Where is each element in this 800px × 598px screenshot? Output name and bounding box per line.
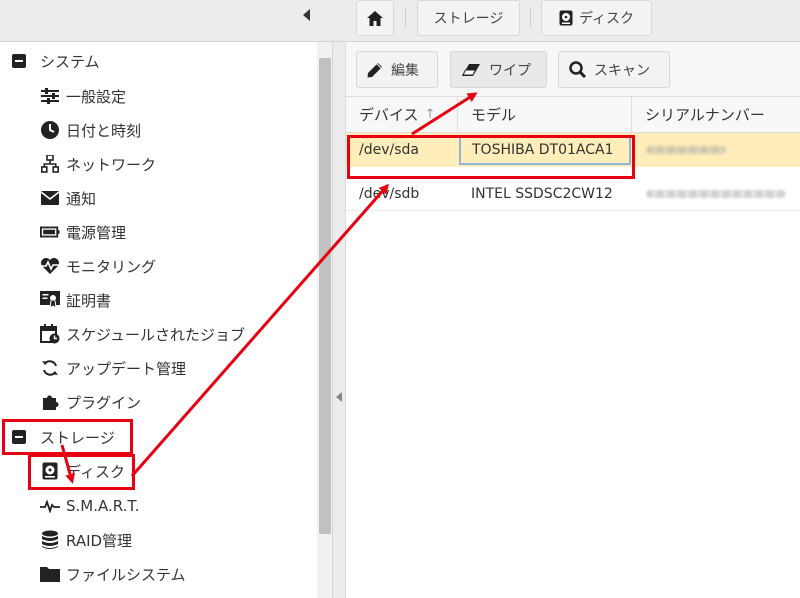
breadcrumb-separator [405, 8, 406, 28]
edit-button-label: 編集 [391, 62, 419, 79]
scan-button-label: スキャン [594, 62, 650, 79]
sidebar: システム 一般設定 日付と時刻 ネットワーク 通知 電源管理 モニタリング 証明… [0, 42, 333, 598]
sidebar-item-disk[interactable]: ディスク [40, 454, 125, 488]
certificate-icon [40, 290, 60, 310]
collapse-square-icon [12, 54, 26, 68]
edit-button[interactable]: 編集 [356, 51, 438, 88]
scan-button[interactable]: スキャン [558, 51, 670, 88]
column-header-serial[interactable]: シリアルナンバー [632, 97, 800, 133]
sidebar-category-label: システム [40, 52, 100, 71]
sidebar-item-update-management[interactable]: アップデート管理 [40, 351, 186, 385]
wipe-button-label: ワイプ [489, 62, 531, 79]
heartbeat-icon [40, 256, 60, 276]
column-header-label: デバイス [359, 106, 419, 124]
calendar-clock-icon [40, 324, 60, 344]
sidebar-item-label: RAID管理 [66, 531, 133, 550]
column-header-device[interactable]: デバイス ↑ [346, 97, 458, 133]
redacted-serial [646, 190, 786, 198]
column-header-label: モデル [471, 106, 517, 124]
sidebar-item-notification[interactable]: 通知 [40, 181, 96, 215]
puzzle-icon [40, 392, 60, 412]
clock-icon [40, 120, 60, 140]
sidebar-item-label: ディスク [66, 462, 125, 481]
breadcrumb-storage-label: ストレージ [433, 11, 504, 27]
table-row[interactable]: /dev/sdb INTEL SSDSC2CW12 [346, 177, 800, 211]
sidebar-item-label: アップデート管理 [66, 359, 187, 378]
sidebar-category-label: ストレージ [40, 428, 115, 447]
sidebar-item-scheduled-jobs[interactable]: スケジュールされたジョブ [40, 317, 245, 351]
sidebar-item-smart[interactable]: S.M.A.R.T. [40, 489, 140, 523]
breadcrumb-storage[interactable]: ストレージ [417, 0, 520, 36]
breadcrumb-home[interactable] [356, 0, 394, 36]
sidebar-item-label: 一般設定 [66, 87, 127, 106]
sidebar-item-label: 通知 [66, 189, 97, 208]
wipe-button[interactable]: ワイプ [450, 51, 547, 88]
sidebar-item-label: プラグイン [66, 393, 142, 412]
column-header-label: シリアルナンバー [645, 106, 765, 124]
sidebar-scrollbar[interactable] [317, 42, 332, 598]
disk-icon [559, 10, 573, 26]
collapse-sidebar-button[interactable] [298, 6, 316, 24]
sliders-icon [40, 86, 60, 106]
caret-left-icon [303, 9, 310, 21]
sidebar-item-label: 日付と時刻 [66, 121, 142, 140]
pulse-icon [40, 496, 60, 516]
table-row[interactable]: /dev/sda TOSHIBA DT01ACA1 [346, 133, 800, 167]
folder-icon [40, 564, 60, 584]
panel-splitter[interactable] [333, 42, 346, 598]
eraser-icon [462, 63, 480, 76]
sidebar-category-system[interactable]: システム [0, 44, 100, 78]
sidebar-item-label: 証明書 [66, 291, 112, 310]
sidebar-item-plugins[interactable]: プラグイン [40, 385, 141, 419]
disk-icon [40, 461, 60, 481]
top-bar: ストレージ ディスク [0, 0, 800, 42]
refresh-icon [40, 358, 60, 378]
breadcrumb-separator [530, 8, 531, 28]
sidebar-item-raid-management[interactable]: RAID管理 [40, 523, 132, 557]
model-cell: INTEL SSDSC2CW12 [471, 186, 613, 202]
redacted-serial [646, 146, 726, 154]
device-cell: /dev/sda [359, 142, 419, 158]
main-panel: 編集 ワイプ スキャン デバイス ↑ モデル シリアルナンバー /dev/sda… [346, 42, 800, 598]
sidebar-item-monitoring[interactable]: モニタリング [40, 249, 156, 283]
device-cell: /dev/sdb [359, 186, 420, 202]
database-icon [40, 530, 60, 550]
network-icon [40, 154, 60, 174]
battery-icon [40, 222, 60, 242]
sidebar-item-label: 電源管理 [66, 223, 127, 242]
sidebar-item-label: ファイルシステム [66, 565, 186, 584]
home-icon [367, 10, 383, 26]
sidebar-category-storage[interactable]: ストレージ [0, 420, 115, 454]
sidebar-scrollbar-thumb[interactable] [319, 58, 331, 534]
sidebar-item-network[interactable]: ネットワーク [40, 147, 156, 181]
sidebar-item-power-management[interactable]: 電源管理 [40, 215, 126, 249]
caret-left-icon [336, 392, 342, 402]
breadcrumb-disk[interactable]: ディスク [541, 0, 652, 36]
sidebar-item-label: モニタリング [66, 257, 157, 276]
serial-cell [646, 177, 786, 211]
sidebar-item-date-time[interactable]: 日付と時刻 [40, 113, 141, 147]
collapse-square-icon [12, 430, 26, 444]
model-cell: TOSHIBA DT01ACA1 [459, 135, 631, 165]
sidebar-item-general-settings[interactable]: 一般設定 [40, 79, 126, 113]
breadcrumb-disk-label: ディスク [578, 11, 635, 27]
serial-cell [646, 133, 786, 167]
toolbar: 編集 ワイプ スキャン [346, 42, 800, 97]
pencil-icon [367, 62, 382, 77]
sidebar-item-filesystem[interactable]: ファイルシステム [40, 557, 186, 591]
envelope-icon [40, 188, 60, 208]
sidebar-item-label: S.M.A.R.T. [66, 497, 140, 515]
search-icon [569, 61, 586, 78]
sidebar-item-certificate[interactable]: 証明書 [40, 283, 111, 317]
sidebar-item-label: スケジュールされたジョブ [66, 325, 245, 344]
column-header-model[interactable]: モデル [458, 97, 632, 133]
sidebar-item-label: ネットワーク [66, 155, 157, 174]
sort-ascending-icon: ↑ [424, 107, 436, 122]
